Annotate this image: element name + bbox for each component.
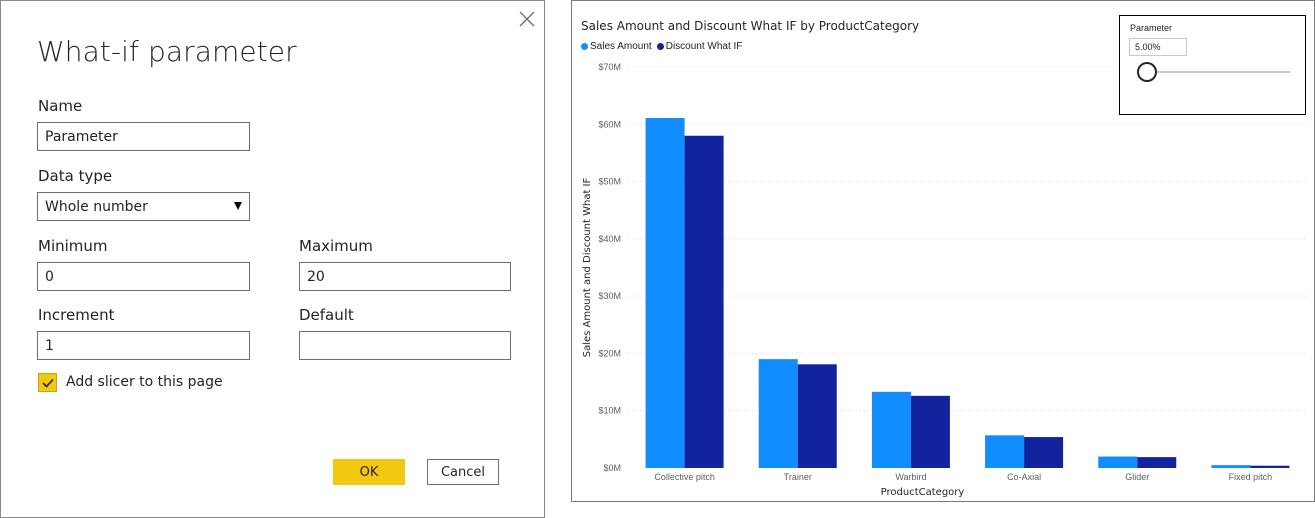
bar	[645, 117, 685, 468]
increment-input[interactable]: 1	[37, 331, 250, 360]
x-tick-label: Warbird	[895, 472, 926, 482]
y-tick-label: $30M	[598, 291, 621, 301]
default-input[interactable]	[299, 331, 511, 360]
add-slicer-checkbox[interactable]	[38, 372, 57, 392]
x-tick-label: Trainer	[784, 472, 812, 482]
checkmark-icon	[42, 378, 54, 388]
bar	[871, 391, 911, 468]
name-label: Name	[38, 97, 83, 115]
add-slicer-label: Add slicer to this page	[66, 374, 223, 390]
y-tick-label: $0M	[603, 463, 621, 473]
y-tick-label: $10M	[598, 406, 621, 416]
x-tick-label: Collective pitch	[654, 472, 715, 482]
minimum-label: Minimum	[38, 237, 108, 255]
datatype-label: Data type	[38, 167, 113, 185]
default-label: Default	[299, 306, 354, 324]
bar	[1024, 437, 1064, 468]
increment-label: Increment	[38, 306, 115, 324]
name-input[interactable]: Parameter	[37, 122, 250, 151]
parameter-slicer: Parameter 5.00%	[1119, 15, 1306, 115]
x-tick-label: Co-Axial	[1007, 472, 1041, 482]
slider-track[interactable]	[1147, 71, 1290, 73]
bar	[1137, 457, 1177, 468]
x-tick-label: Fixed pitch	[1229, 472, 1273, 482]
maximum-input[interactable]: 20	[299, 262, 511, 291]
y-tick-label: $40M	[598, 234, 621, 244]
close-icon[interactable]	[517, 9, 537, 29]
report-canvas: Sales Amount and Discount What IF by Pro…	[571, 0, 1315, 502]
bar	[758, 359, 798, 468]
dialog-title: What-if parameter	[37, 35, 297, 68]
slicer-value-input[interactable]: 5.00%	[1129, 38, 1187, 56]
datatype-select[interactable]: Whole number	[37, 192, 250, 221]
bar	[985, 435, 1025, 468]
chevron-down-icon	[234, 202, 242, 210]
cancel-button[interactable]: Cancel	[427, 459, 499, 485]
what-if-dialog: What-if parameter Name Parameter Data ty…	[0, 0, 545, 518]
y-tick-label: $60M	[598, 119, 621, 129]
bar	[1098, 456, 1138, 468]
add-slicer-checkbox-row[interactable]: Add slicer to this page	[38, 372, 223, 392]
bar	[910, 395, 950, 468]
y-tick-label: $20M	[598, 348, 621, 358]
maximum-label: Maximum	[299, 237, 373, 255]
minimum-input[interactable]: 0	[37, 262, 250, 291]
slicer-title: Parameter	[1130, 23, 1173, 33]
bar	[1211, 465, 1251, 468]
slider-thumb[interactable]	[1137, 62, 1157, 82]
y-tick-label: $50M	[598, 177, 621, 187]
y-axis-title: Sales Amount and Discount What IF	[582, 178, 593, 358]
y-tick-label: $70M	[598, 62, 621, 72]
datatype-value: Whole number	[45, 199, 148, 215]
ok-button[interactable]: OK	[333, 459, 405, 485]
x-tick-label: Glider	[1125, 472, 1149, 482]
bar	[1250, 465, 1290, 468]
bar	[797, 364, 837, 468]
x-axis-title: ProductCategory	[881, 487, 965, 498]
bar	[684, 135, 724, 468]
